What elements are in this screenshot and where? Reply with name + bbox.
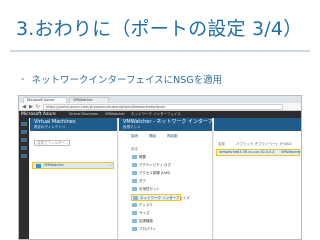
- menu-item-network-interfaces[interactable]: ネットワーク インターフェイス: [131, 194, 190, 201]
- menu-item-label: アクセス制御 (IAM): [139, 171, 171, 175]
- menu-icon[interactable]: [21, 122, 27, 126]
- menu-item-label: プロパティ: [139, 227, 157, 231]
- disk-icon: [132, 203, 137, 207]
- embedded-screenshot: Microsoft Azure VMWatcher ◀ ▶ ↻ https://…: [18, 95, 302, 240]
- vm-icon: [36, 164, 41, 168]
- connect-button[interactable]: 接続: [131, 134, 138, 138]
- menu-item-label: サイズ: [139, 211, 150, 215]
- breadcrumb-item[interactable]: ネットワーク インターフェイス: [131, 111, 181, 118]
- extension-icon: [132, 219, 137, 223]
- blade-header: VMWatcher - ネットワーク インターフェイス 仮想マシン: [119, 118, 228, 131]
- menu-item-overview[interactable]: 概要: [131, 154, 181, 161]
- properties-icon: [132, 227, 137, 231]
- menu-item-iam[interactable]: アクセス制御 (IAM): [131, 170, 181, 177]
- column-header-name[interactable]: 名前: [218, 142, 225, 146]
- column-header-nsg[interactable]: NSG: [284, 142, 292, 146]
- filter-input[interactable]: 名前でフィルター...: [34, 140, 70, 146]
- menu-item-label: 可用性セット: [139, 187, 160, 191]
- blade-subtitle: 仮想マシン: [123, 125, 141, 129]
- blade-virtual-machines: Virtual Machines 既定のディレクトリ 名前でフィルター... V…: [30, 118, 118, 239]
- dashboard-icon[interactable]: [21, 138, 27, 142]
- nic-public-ip: 13.78.xx.xxx: [237, 150, 260, 154]
- slide-title: 3.おわりに（ポートの設定 3/4）: [16, 18, 303, 40]
- column-header-private-ip[interactable]: プライベート IP: [258, 142, 283, 146]
- network-interface-icon: [133, 196, 138, 200]
- menu-item-label: ディスク: [139, 203, 153, 207]
- bullet-point: ・ネットワークインターフェイスにNSGを適用: [18, 72, 222, 86]
- section-label: 設定: [131, 147, 138, 151]
- nic-nsg: VMWatcher: [281, 150, 301, 154]
- nic-private-ip: 10.0.0.4: [260, 150, 275, 154]
- availability-icon: [132, 187, 137, 191]
- blade-network-interfaces: 名前 パブリック IP プライベート IP NSG vmwatcher 13.7…: [214, 118, 301, 239]
- breadcrumb-item[interactable]: VMWatcher: [105, 111, 125, 118]
- activity-log-icon: [132, 163, 137, 167]
- refresh-icon[interactable]: ↻: [35, 104, 41, 110]
- size-icon: [132, 211, 137, 215]
- tag-icon: [132, 179, 137, 183]
- menu-item-label: タグ: [139, 179, 146, 183]
- blade-subtitle: 既定のディレクトリ: [34, 125, 66, 129]
- vm-name: VMWatcher: [44, 163, 64, 167]
- forward-icon[interactable]: ▶: [28, 104, 34, 110]
- browser-address-bar: ◀ ▶ ↻ https://portal.azure.com/#resource…: [19, 103, 301, 111]
- browser-tabbar: Microsoft Azure VMWatcher: [19, 96, 301, 103]
- more-icon[interactable]: ...: [108, 163, 111, 168]
- start-button[interactable]: 開始: [149, 134, 156, 138]
- menu-item-label: アクティビティ ログ: [139, 163, 172, 167]
- menu-item-activity-log[interactable]: アクティビティ ログ: [131, 162, 181, 169]
- url-input[interactable]: https://portal.azure.com/#resource/subsc…: [43, 104, 283, 110]
- vm-icon[interactable]: [21, 154, 27, 158]
- azure-brand: Microsoft Azure: [21, 112, 56, 117]
- blade-header: [214, 118, 301, 131]
- nic-table-row[interactable]: vmwatcher 13.78.xx.xxx 10.0.0.4 VMWatche…: [216, 149, 301, 156]
- column-header-public-ip[interactable]: パブリック IP: [236, 142, 258, 146]
- back-icon[interactable]: ◀: [21, 104, 27, 110]
- menu-item-label: ネットワーク インターフェイス: [140, 196, 190, 200]
- menu-item-tags[interactable]: タグ: [131, 178, 181, 185]
- restart-button[interactable]: 再起動: [167, 134, 178, 138]
- title-divider: [10, 50, 310, 52]
- menu-item-size[interactable]: サイズ: [131, 210, 181, 217]
- menu-item-properties[interactable]: プロパティ: [131, 226, 181, 233]
- bullet-dot-icon: ・: [18, 75, 28, 86]
- iam-icon: [132, 171, 137, 175]
- menu-item-label: 拡張機能: [139, 219, 153, 223]
- menu-item-disks[interactable]: ディスク: [131, 202, 181, 209]
- azure-top-bar: Microsoft Azure Virtual Machines VMWatch…: [19, 111, 301, 118]
- blade-vm-settings: VMWatcher - ネットワーク インターフェイス 仮想マシン 接続 開始 …: [119, 118, 228, 239]
- blade-header: Virtual Machines 既定のディレクトリ: [30, 118, 117, 131]
- overview-icon: [132, 155, 137, 159]
- vm-list-row[interactable]: VMWatcher ...: [32, 162, 114, 169]
- nic-name: vmwatcher: [219, 150, 239, 154]
- menu-item-label: 概要: [139, 155, 146, 159]
- menu-item-extensions[interactable]: 拡張機能: [131, 218, 181, 225]
- new-icon[interactable]: [21, 130, 27, 134]
- azure-nav-rail: [19, 118, 29, 239]
- bullet-text: ネットワークインターフェイスにNSGを適用: [31, 75, 223, 86]
- breadcrumb-item[interactable]: Virtual Machines: [69, 111, 98, 118]
- resources-icon[interactable]: [21, 146, 27, 150]
- menu-item-availability-set[interactable]: 可用性セット: [131, 186, 181, 193]
